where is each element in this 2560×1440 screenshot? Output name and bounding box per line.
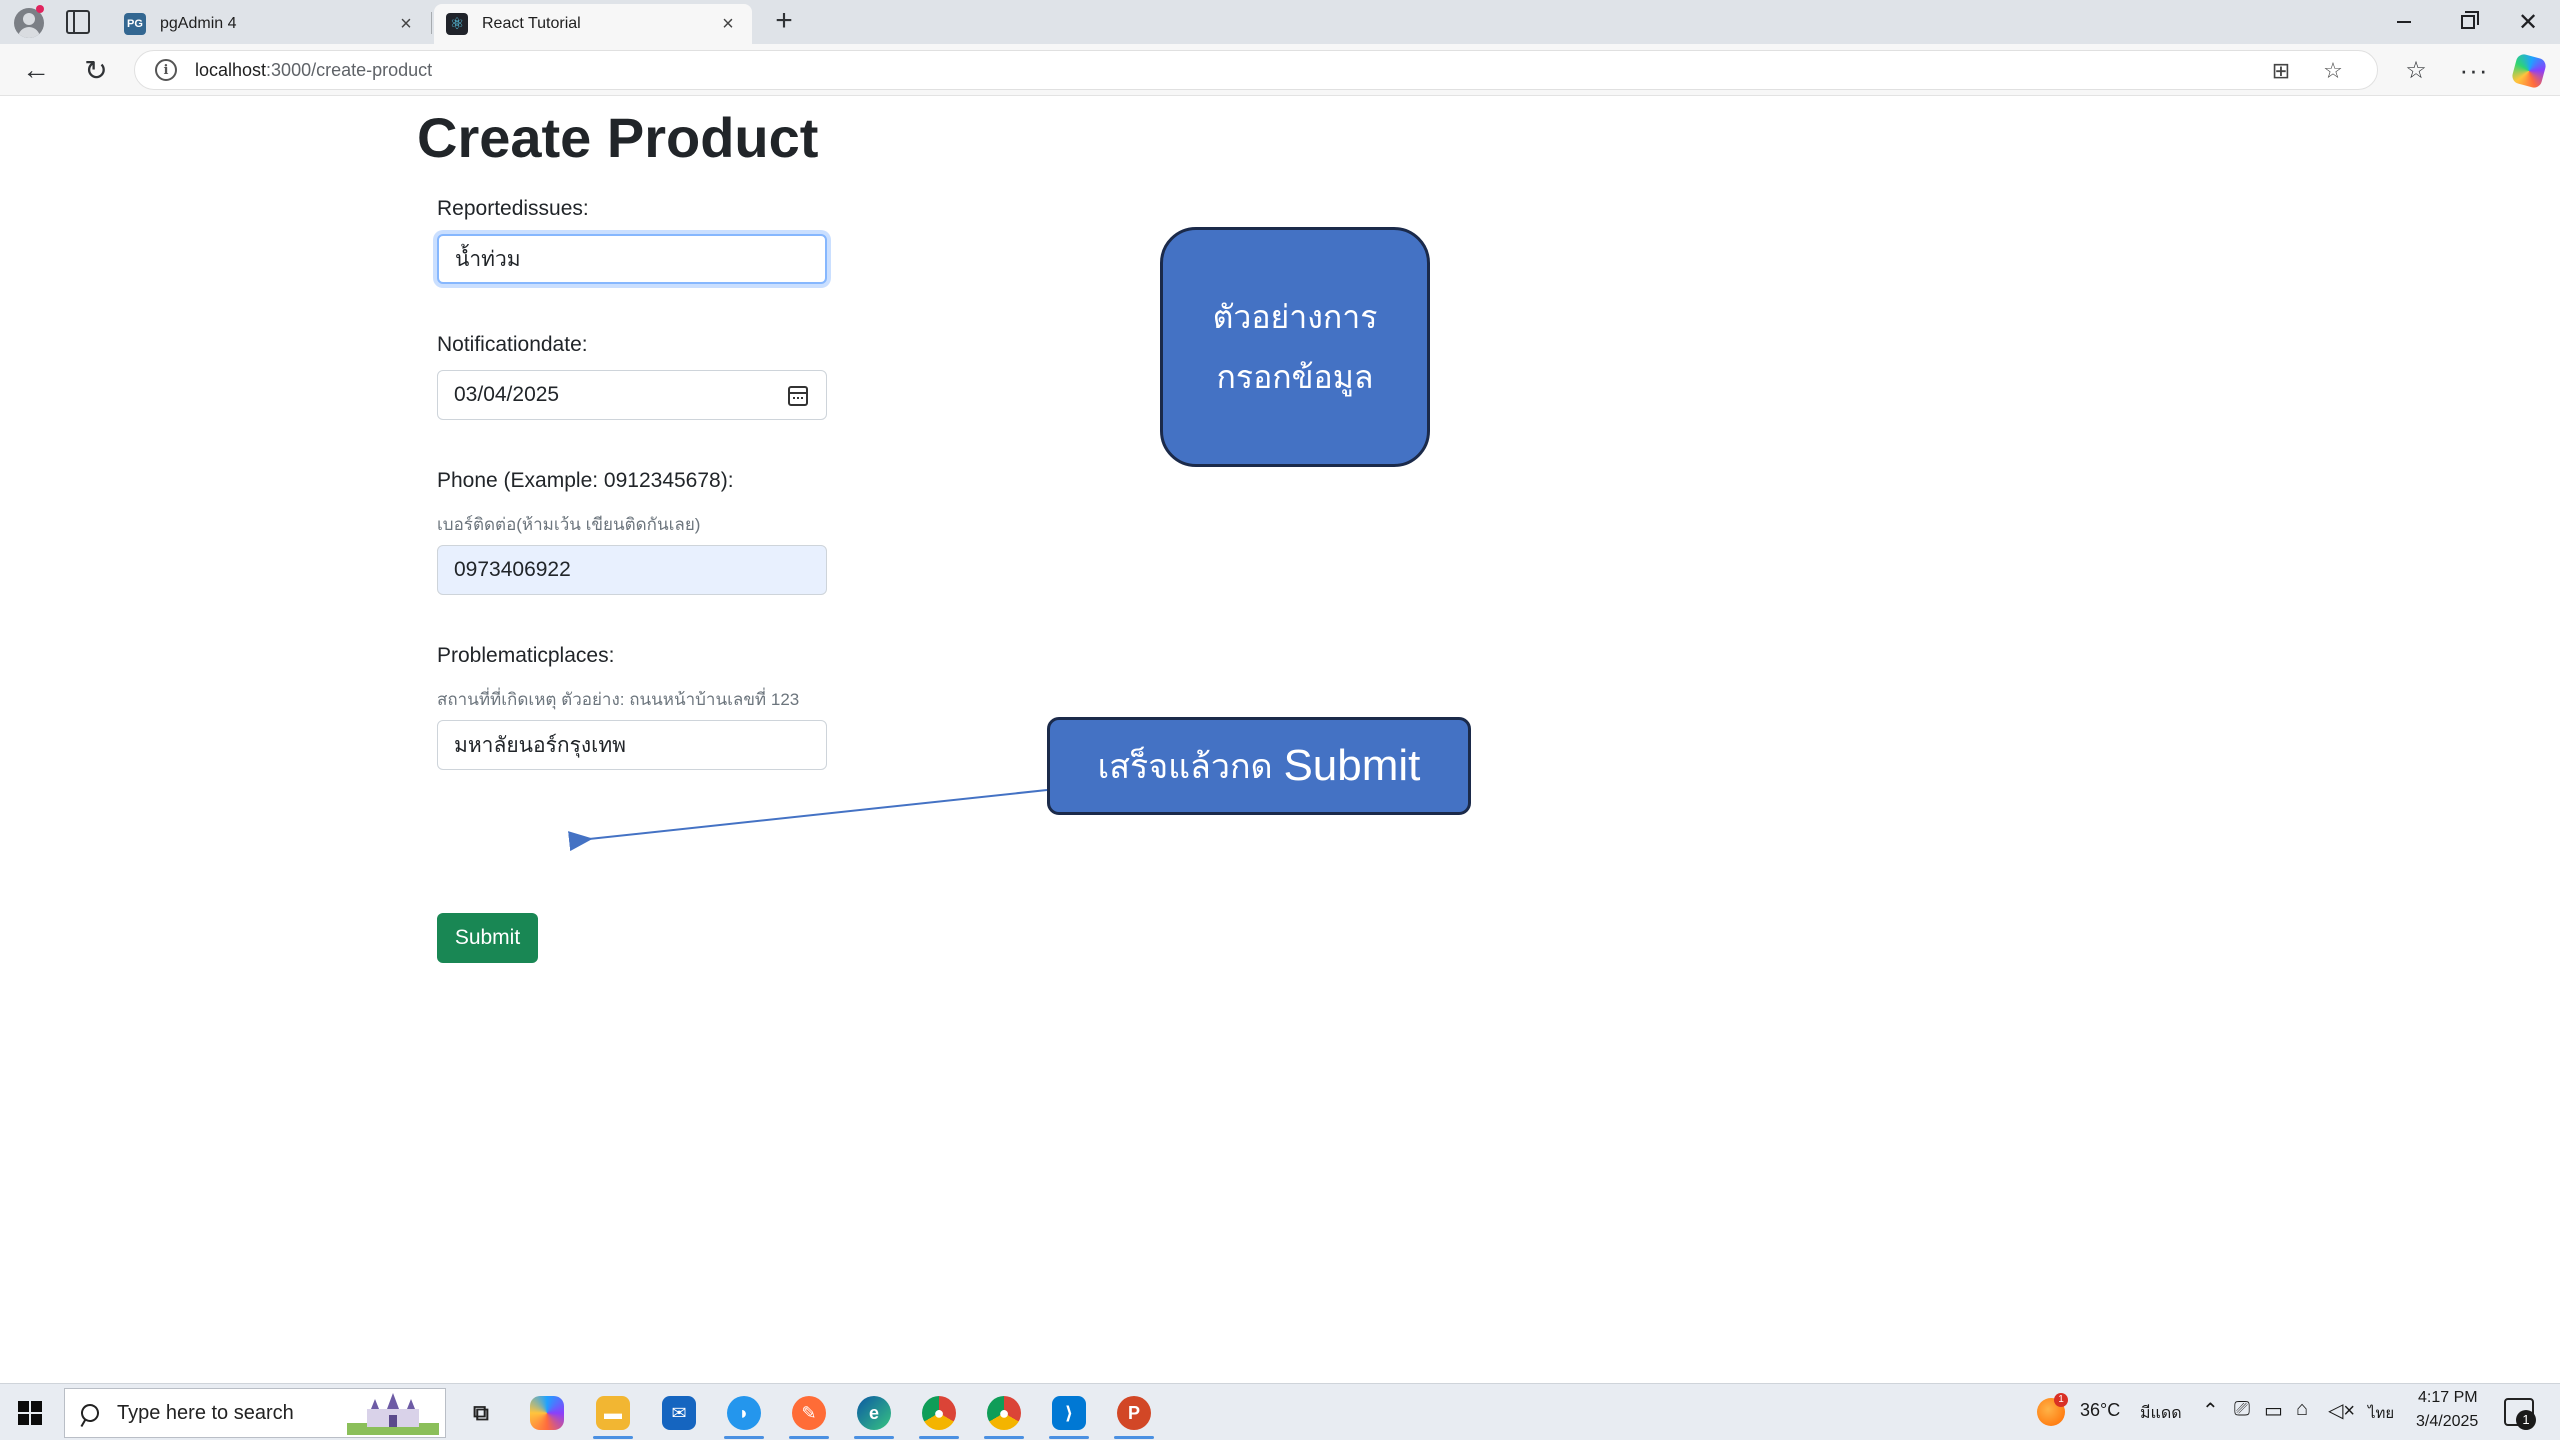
phone-label: Phone (Example: 0912345678): — [437, 469, 734, 492]
copilot-icon[interactable] — [2510, 52, 2548, 90]
search-placeholder: Type here to search — [117, 1401, 294, 1424]
search-icon — [78, 1401, 102, 1425]
example-callout: ตัวอย่างการ กรอกข้อมูล — [1160, 227, 1430, 467]
postman-icon[interactable]: ✎ — [792, 1396, 826, 1430]
powerpoint-icon[interactable]: P — [1117, 1396, 1151, 1430]
input-language[interactable]: ไทย — [2368, 1401, 2394, 1425]
battery-icon[interactable]: ▭ — [2264, 1398, 2283, 1423]
network-icon[interactable]: ⌂ — [2296, 1398, 2308, 1421]
clock-time[interactable]: 4:17 PM — [2418, 1389, 2478, 1407]
tab-title: pgAdmin 4 — [160, 15, 237, 32]
edge-icon[interactable]: e — [857, 1396, 891, 1430]
vscode-active-indicator — [1049, 1436, 1089, 1439]
reportedissues-input[interactable]: น้ำท่วม — [437, 234, 827, 284]
new-tab-button[interactable]: + — [770, 6, 798, 36]
calendar-icon[interactable] — [788, 386, 808, 406]
phone-hint: เบอร์ติดต่อ(ห้ามเว้น เขียนติดกันเลย) — [437, 515, 701, 534]
clock-date[interactable]: 3/4/2025 — [2416, 1413, 2478, 1431]
weather-temperature[interactable]: 36°C — [2080, 1400, 2120, 1421]
taskbar-search-box[interactable]: Type here to search — [64, 1388, 446, 1438]
docker-active-indicator — [724, 1436, 764, 1439]
page-title: Create Product — [417, 106, 819, 169]
browser-tab-strip: PG pgAdmin 4 × ⚛ React Tutorial × + ✕ — [0, 0, 2560, 44]
tab-actions-icon[interactable] — [66, 10, 90, 34]
powerpoint-active-indicator — [1114, 1436, 1154, 1439]
tab-react-tutorial[interactable]: ⚛ React Tutorial × — [434, 4, 752, 44]
task-view-icon[interactable]: ⧉ — [464, 1396, 498, 1430]
chrome-icon[interactable]: ● — [922, 1396, 956, 1430]
chrome-profile-icon[interactable]: ● — [987, 1396, 1021, 1430]
favorite-star-icon[interactable]: ☆ — [2321, 58, 2345, 83]
weather-badge: 1 — [2054, 1393, 2068, 1407]
url-host: localhost — [195, 59, 267, 80]
notificationdate-value: 03/04/2025 — [454, 383, 560, 406]
show-hidden-icons-chevron-icon[interactable]: ⌃ — [2202, 1398, 2219, 1423]
react-favicon-icon: ⚛ — [446, 13, 468, 35]
pgadmin-favicon-icon: PG — [124, 13, 146, 35]
weather-description[interactable]: มีแดด — [2140, 1401, 2182, 1426]
tab-title: React Tutorial — [482, 15, 581, 32]
app-available-icon[interactable]: ⊞ — [2269, 58, 2293, 83]
site-info-icon[interactable]: i — [155, 59, 177, 81]
close-window-button[interactable]: ✕ — [2504, 6, 2552, 38]
example-callout-line2: กรอกข้อมูล — [1216, 358, 1374, 396]
submit-callout-en: Submit — [1283, 741, 1421, 790]
phone-input[interactable]: 0973406922 — [437, 545, 827, 595]
close-tab-icon[interactable]: × — [716, 12, 740, 36]
restore-icon — [2461, 11, 2479, 29]
problematicplaces-input[interactable]: มหาลัยนอร์กรุงเทพ — [437, 720, 827, 770]
problematicplaces-label: Problematicplaces: — [437, 644, 615, 667]
chrome-profile-active-indicator — [984, 1436, 1024, 1439]
close-tab-icon[interactable]: × — [394, 12, 418, 36]
tab-pgadmin[interactable]: PG pgAdmin 4 × — [112, 4, 430, 44]
windows-start-icon[interactable] — [18, 1401, 42, 1425]
browser-toolbar: ← ↻ i localhost:3000/create-product ⊞ ☆ … — [0, 44, 2560, 96]
meet-now-icon[interactable]: ⎚ — [2234, 1398, 2250, 1421]
notificationdate-input[interactable]: 03/04/2025 — [437, 370, 827, 420]
tab-divider — [431, 12, 432, 34]
notification-count-badge: 1 — [2516, 1410, 2536, 1430]
favorites-icon[interactable]: ☆ — [2400, 54, 2432, 86]
address-bar[interactable]: i localhost:3000/create-product ⊞ ☆ — [134, 50, 2378, 90]
mail-icon[interactable]: ✉ — [662, 1396, 696, 1430]
vscode-icon[interactable]: ⟩ — [1052, 1396, 1086, 1430]
submit-callout-thai: เสร็จแล้วกด — [1097, 747, 1284, 787]
page-viewport: Create Product Reportedissues: น้ำท่วม N… — [5, 97, 2555, 1383]
restore-button[interactable] — [2444, 6, 2492, 38]
minimize-button[interactable] — [2380, 6, 2428, 38]
reportedissues-label: Reportedissues: — [437, 197, 589, 220]
file-explorer-icon[interactable]: ▬ — [596, 1396, 630, 1430]
notificationdate-label: Notificationdate: — [437, 333, 588, 356]
back-button[interactable]: ← — [18, 52, 54, 88]
more-options-icon[interactable]: ··· — [2458, 54, 2490, 86]
search-highlight-icon — [347, 1393, 439, 1435]
profile-notification-dot — [36, 5, 44, 13]
copilot-taskbar-icon[interactable] — [530, 1396, 564, 1430]
postman-active-indicator — [789, 1436, 829, 1439]
windows-taskbar: Type here to search ⧉ ▬ ✉ ◗ ✎ e ● ● ⟩ P … — [0, 1383, 2560, 1440]
submit-button[interactable]: Submit — [437, 913, 538, 963]
minimize-icon — [2397, 21, 2411, 23]
example-callout-line1: ตัวอย่างการ — [1212, 298, 1378, 336]
reload-button[interactable]: ↻ — [78, 52, 114, 88]
problematicplaces-hint: สถานที่ที่เกิดเหตุ ตัวอย่าง: ถนนหน้าบ้าน… — [437, 690, 800, 709]
chrome-active-indicator — [919, 1436, 959, 1439]
docker-icon[interactable]: ◗ — [727, 1396, 761, 1430]
file-explorer-active-indicator — [593, 1436, 633, 1439]
volume-muted-icon[interactable]: ◁× — [2328, 1398, 2355, 1423]
url-path: :3000/create-product — [266, 59, 433, 80]
submit-callout: เสร็จแล้วกด Submit — [1047, 717, 1471, 815]
edge-active-indicator — [854, 1436, 894, 1439]
